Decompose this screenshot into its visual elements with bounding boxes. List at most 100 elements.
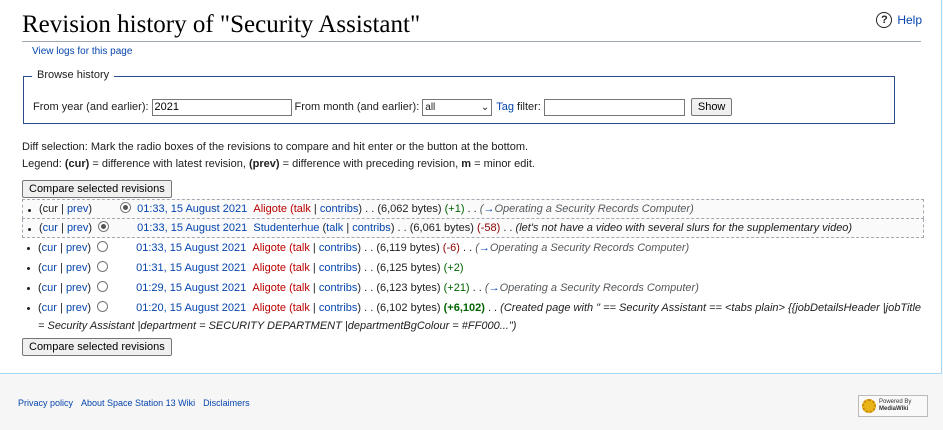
prev-link[interactable]: prev: [67, 222, 88, 234]
badge-line1: Powered By: [879, 399, 912, 405]
radio-new[interactable]: [97, 281, 109, 292]
byte-diff: (+1): [444, 203, 465, 215]
legend-cur: (cur): [64, 158, 90, 170]
privacy-policy-link[interactable]: Privacy policy: [18, 398, 73, 408]
radio-new[interactable]: [97, 301, 109, 312]
revision-row: (cur | prev) 01:33, 15 August 2021 Aligo…: [22, 199, 924, 219]
talk-link[interactable]: talk: [293, 262, 310, 274]
tag-filter-label: filter:: [517, 101, 541, 113]
compare-revisions-button-bottom[interactable]: Compare selected revisions: [22, 338, 172, 356]
browse-history-fieldset: Browse history From year (and earlier): …: [23, 69, 895, 124]
help-icon: ?: [876, 12, 893, 28]
powered-by-mediawiki-badge[interactable]: Powered By MediaWiki: [858, 395, 928, 417]
browse-history-legend: Browse history: [32, 69, 115, 81]
month-select-value: all: [425, 101, 436, 113]
byte-diff: (-58): [477, 222, 501, 234]
revision-row: (cur | prev) 01:33, 15 August 2021 Stude…: [22, 219, 924, 238]
contribs-link[interactable]: contribs: [352, 222, 391, 234]
bullet-icon: [27, 267, 30, 270]
talk-link[interactable]: talk: [293, 282, 310, 294]
cur-label: cur: [42, 203, 58, 215]
show-button[interactable]: Show: [690, 98, 733, 116]
talk-link[interactable]: talk: [293, 242, 310, 254]
legend-prev: (prev): [248, 158, 280, 170]
help-label[interactable]: Help: [897, 13, 922, 27]
user-link[interactable]: Aligote: [252, 262, 286, 274]
prev-link[interactable]: prev: [67, 203, 88, 215]
byte-diff: (+2): [443, 262, 464, 274]
title-divider: [22, 41, 921, 42]
view-logs-link[interactable]: View logs for this page: [32, 46, 132, 57]
badge-line2: MediaWiki: [879, 406, 909, 412]
revision-date-link[interactable]: 01:33, 15 August 2021: [137, 203, 247, 215]
cur-link[interactable]: cur: [42, 262, 57, 274]
user-link[interactable]: Aligote: [252, 242, 286, 254]
bullet-icon: [28, 209, 31, 212]
byte-size: (6,119 bytes): [376, 242, 440, 254]
revision-row: (cur | prev) 01:33, 15 August 2021 Aligo…: [22, 238, 924, 258]
contribs-link[interactable]: contribs: [319, 282, 358, 294]
talk-link[interactable]: talk: [294, 203, 311, 215]
legend-prev-desc: = difference with preceding revision,: [282, 158, 459, 170]
byte-diff: (+6,102): [443, 302, 485, 314]
byte-size: (6,102 bytes): [376, 302, 441, 314]
contribs-link[interactable]: contribs: [319, 262, 358, 274]
contribs-link[interactable]: contribs: [319, 242, 358, 254]
prev-link[interactable]: prev: [66, 302, 87, 314]
legend-minor-desc: = minor edit.: [474, 158, 535, 170]
bullet-icon: [28, 228, 31, 231]
edit-summary: Operating a Security Records Computer: [489, 242, 686, 254]
cur-link[interactable]: cur: [43, 222, 58, 234]
user-link[interactable]: Studenterhue: [253, 222, 319, 234]
radio-old[interactable]: [120, 202, 132, 213]
radio-new[interactable]: [97, 261, 109, 272]
legend-minor: m: [461, 158, 472, 170]
prev-link[interactable]: prev: [66, 242, 87, 254]
byte-size: (6,062 bytes): [377, 203, 442, 215]
section-arrow-icon[interactable]: →: [489, 282, 500, 294]
byte-size: (6,123 bytes): [376, 282, 441, 294]
user-link[interactable]: Aligote: [252, 282, 286, 294]
tag-filter-input[interactable]: [543, 98, 685, 116]
revision-date-link[interactable]: 01:33, 15 August 2021: [136, 242, 246, 254]
talk-link[interactable]: talk: [293, 302, 310, 314]
byte-size: (6,061 bytes): [409, 222, 474, 234]
talk-link[interactable]: talk: [326, 222, 343, 234]
revision-row: (cur | prev) 01:20, 15 August 2021 Aligo…: [22, 298, 924, 335]
contribs-link[interactable]: contribs: [320, 203, 359, 215]
revision-date-link[interactable]: 01:29, 15 August 2021: [136, 282, 246, 294]
prev-link[interactable]: prev: [66, 262, 87, 274]
byte-diff: (-6): [442, 242, 460, 254]
browse-form-row: From year (and earlier): From month (and…: [33, 98, 733, 116]
user-link[interactable]: Aligote: [253, 203, 287, 215]
page-title: Revision history of "Security Assistant": [22, 11, 421, 38]
revision-date-link[interactable]: 01:31, 15 August 2021: [136, 262, 246, 274]
revision-date-link[interactable]: 01:33, 15 August 2021: [137, 222, 247, 234]
year-label: From year (and earlier):: [33, 101, 149, 113]
cur-link[interactable]: cur: [42, 242, 57, 254]
radio-new[interactable]: [98, 221, 110, 232]
diff-selection-text: Diff selection: Mark the radio boxes of …: [22, 141, 529, 153]
prev-link[interactable]: prev: [66, 282, 87, 294]
radio-new[interactable]: [97, 241, 109, 252]
cur-link[interactable]: cur: [42, 282, 57, 294]
badge-text: Powered By MediaWiki: [879, 399, 911, 413]
section-arrow-icon[interactable]: →: [479, 242, 490, 254]
bullet-icon: [27, 247, 30, 250]
disclaimers-link[interactable]: Disclaimers: [203, 398, 250, 408]
about-link[interactable]: About Space Station 13 Wiki: [81, 398, 195, 408]
section-arrow-icon[interactable]: →: [483, 203, 494, 215]
user-link[interactable]: Aligote: [252, 302, 286, 314]
compare-revisions-button-top[interactable]: Compare selected revisions: [22, 180, 172, 198]
month-select[interactable]: all ⌄: [422, 98, 493, 116]
revision-row: (cur | prev) 01:31, 15 August 2021 Aligo…: [22, 258, 924, 278]
help-link[interactable]: ? Help: [876, 12, 922, 28]
revision-row: (cur | prev) 01:29, 15 August 2021 Aligo…: [22, 278, 924, 298]
contribs-link[interactable]: contribs: [319, 302, 358, 314]
revision-date-link[interactable]: 01:20, 15 August 2021: [136, 302, 246, 314]
byte-diff: (+21): [443, 282, 470, 294]
tag-link[interactable]: Tag: [496, 101, 514, 113]
edit-summary: (let's not have a video with several slu…: [515, 222, 853, 234]
year-input[interactable]: [151, 98, 292, 116]
cur-link[interactable]: cur: [42, 302, 57, 314]
